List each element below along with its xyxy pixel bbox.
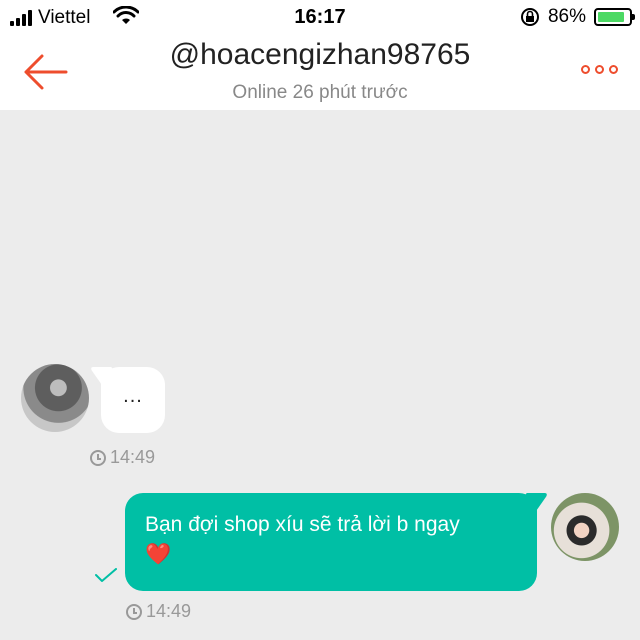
more-dots-icon[interactable] <box>581 65 618 74</box>
battery-fill <box>598 12 624 22</box>
heart-emoji: ❤️ <box>145 543 172 566</box>
time-label: 14:49 <box>146 601 192 621</box>
check-icon <box>95 568 117 582</box>
online-status: Online 26 phút trước <box>232 82 408 103</box>
message-text: Bạn đợi shop xíu sẽ trả lời b ngay <box>145 513 460 536</box>
message-bubble-received[interactable]: ... <box>101 367 165 433</box>
status-bar: Viettel 16:17 86% <box>0 0 640 36</box>
message-bubble-sent[interactable]: Bạn đợi shop xíu sẽ trả lời b ngay ❤️ <box>125 493 537 591</box>
message-text: ... <box>123 385 143 407</box>
clock-icon <box>126 603 142 620</box>
time-label: 14:49 <box>110 447 156 467</box>
message-time: 14:49 <box>126 601 191 622</box>
avatar[interactable] <box>21 364 89 432</box>
chat-area[interactable]: ... 14:49 Bạn đợi shop xíu sẽ trả lời b … <box>0 110 640 640</box>
page-title: @hoacengizhan98765 <box>169 38 471 71</box>
clock-icon <box>90 449 106 466</box>
battery-icon <box>594 8 635 26</box>
rotation-lock-icon <box>520 8 539 26</box>
battery-percent: 86% <box>547 6 586 27</box>
message-time: 14:49 <box>90 447 155 468</box>
chat-header: @hoacengizhan98765 Online 26 phút trước <box>0 36 640 110</box>
avatar[interactable] <box>551 493 619 561</box>
